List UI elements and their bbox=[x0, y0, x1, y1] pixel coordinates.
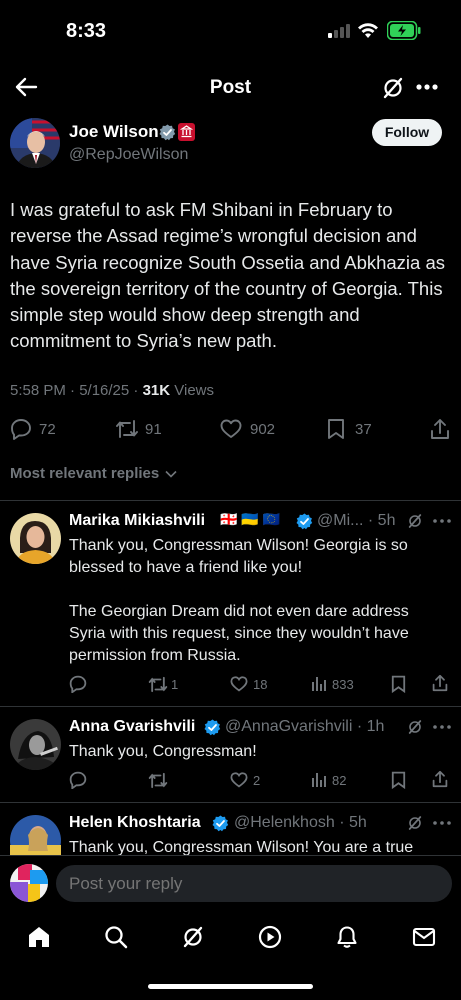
verified-gray-icon bbox=[159, 124, 176, 141]
like-count: 18 bbox=[253, 677, 268, 692]
like-heart-icon[interactable] bbox=[230, 676, 248, 692]
bookmark-icon[interactable] bbox=[327, 418, 345, 440]
views-count: 31K bbox=[142, 382, 171, 399]
reply-avatar[interactable] bbox=[10, 719, 61, 770]
reply-input[interactable] bbox=[56, 865, 452, 902]
status-time: 8:33 bbox=[66, 20, 107, 42]
notifications-bell-icon[interactable] bbox=[335, 925, 359, 949]
views-count: 82 bbox=[332, 773, 347, 788]
divider bbox=[0, 802, 461, 803]
like-heart-icon[interactable] bbox=[220, 419, 242, 439]
like-count: 2 bbox=[253, 773, 261, 788]
replies-sort-label: Most relevant replies bbox=[10, 465, 160, 482]
reply-author-flags: 🇬🇪 🇺🇦 🇪🇺 bbox=[220, 511, 281, 527]
divider bbox=[0, 706, 461, 707]
like-heart-icon[interactable] bbox=[230, 772, 248, 788]
reply-text: The Georgian Dream did not even dare add… bbox=[69, 603, 409, 664]
reply-icon[interactable] bbox=[69, 675, 87, 693]
like-count: 902 bbox=[250, 421, 276, 438]
grok-icon[interactable] bbox=[381, 76, 405, 100]
home-indicator bbox=[148, 984, 313, 989]
messages-envelope-icon[interactable] bbox=[412, 926, 436, 948]
share-icon[interactable] bbox=[430, 418, 450, 440]
author-avatar[interactable] bbox=[10, 118, 60, 168]
tweet-text: I was grateful to ask FM Shibani in Febr… bbox=[10, 199, 446, 352]
wifi-icon bbox=[357, 22, 379, 39]
share-icon[interactable] bbox=[432, 770, 448, 788]
reply-text: Thank you, Congressman Wilson! Georgia i… bbox=[69, 537, 408, 576]
repost-icon[interactable] bbox=[148, 772, 168, 789]
reply-author-name[interactable]: Anna Gvarishvili bbox=[69, 718, 195, 736]
more-options-icon[interactable] bbox=[433, 519, 451, 523]
views-label: Views bbox=[170, 382, 215, 399]
home-icon[interactable] bbox=[27, 925, 51, 949]
author-name[interactable]: Joe Wilson bbox=[69, 122, 159, 142]
battery-icon bbox=[387, 21, 421, 40]
repost-icon[interactable] bbox=[115, 419, 139, 439]
more-options-icon[interactable] bbox=[433, 821, 451, 825]
repost-count: 91 bbox=[145, 421, 162, 438]
reply-author-handle[interactable]: @Helenkhosh · 5h bbox=[234, 814, 367, 832]
grok-icon[interactable] bbox=[407, 815, 423, 831]
search-icon[interactable] bbox=[104, 925, 128, 949]
divider bbox=[0, 500, 461, 501]
repost-icon[interactable] bbox=[148, 676, 168, 693]
user-avatar[interactable] bbox=[10, 864, 48, 902]
video-play-icon[interactable] bbox=[258, 925, 282, 949]
share-icon[interactable] bbox=[432, 674, 448, 692]
reply-author-name[interactable]: Helen Khoshtaria bbox=[69, 814, 201, 832]
tweet-meta: 5:58 PM · 5/16/25 · 31K Views bbox=[10, 382, 214, 399]
reply-icon[interactable] bbox=[69, 771, 87, 789]
author-handle[interactable]: @RepJoeWilson bbox=[69, 146, 188, 164]
grok-icon[interactable] bbox=[181, 925, 205, 949]
tweet-timestamp[interactable]: 5:58 PM · 5/16/25 · bbox=[10, 382, 143, 399]
reply-author-handle[interactable]: @AnnaGvarishvili · 1h bbox=[225, 718, 384, 736]
government-badge-icon bbox=[178, 123, 195, 141]
reply-author-handle[interactable]: @Mi... · 5h bbox=[317, 512, 395, 530]
verified-blue-icon bbox=[212, 815, 229, 832]
views-chart-icon[interactable] bbox=[311, 676, 327, 691]
reply-count: 72 bbox=[39, 421, 56, 438]
chevron-down-icon bbox=[165, 470, 177, 478]
reply-avatar[interactable] bbox=[10, 815, 61, 855]
reply-avatar[interactable] bbox=[10, 513, 61, 564]
views-chart-icon[interactable] bbox=[311, 772, 327, 787]
bookmark-icon[interactable] bbox=[391, 675, 406, 693]
grok-icon[interactable] bbox=[407, 513, 423, 529]
repost-count: 1 bbox=[171, 677, 179, 692]
signal-icon bbox=[328, 24, 350, 38]
reply-text: Thank you, Congressman! bbox=[69, 743, 257, 760]
grok-icon[interactable] bbox=[407, 719, 423, 735]
bookmark-count: 37 bbox=[355, 421, 372, 438]
reply-author-name[interactable]: Marika Mikiashvili bbox=[69, 512, 205, 530]
views-count: 833 bbox=[332, 677, 354, 692]
more-options-icon[interactable] bbox=[433, 725, 451, 729]
bookmark-icon[interactable] bbox=[391, 771, 406, 789]
reply-icon[interactable] bbox=[10, 418, 32, 440]
replies-sort-dropdown[interactable]: Most relevant replies bbox=[10, 465, 177, 482]
verified-blue-icon bbox=[204, 719, 221, 736]
follow-button[interactable]: Follow bbox=[372, 119, 442, 146]
verified-blue-icon bbox=[296, 513, 313, 530]
more-options-icon[interactable] bbox=[416, 84, 438, 90]
